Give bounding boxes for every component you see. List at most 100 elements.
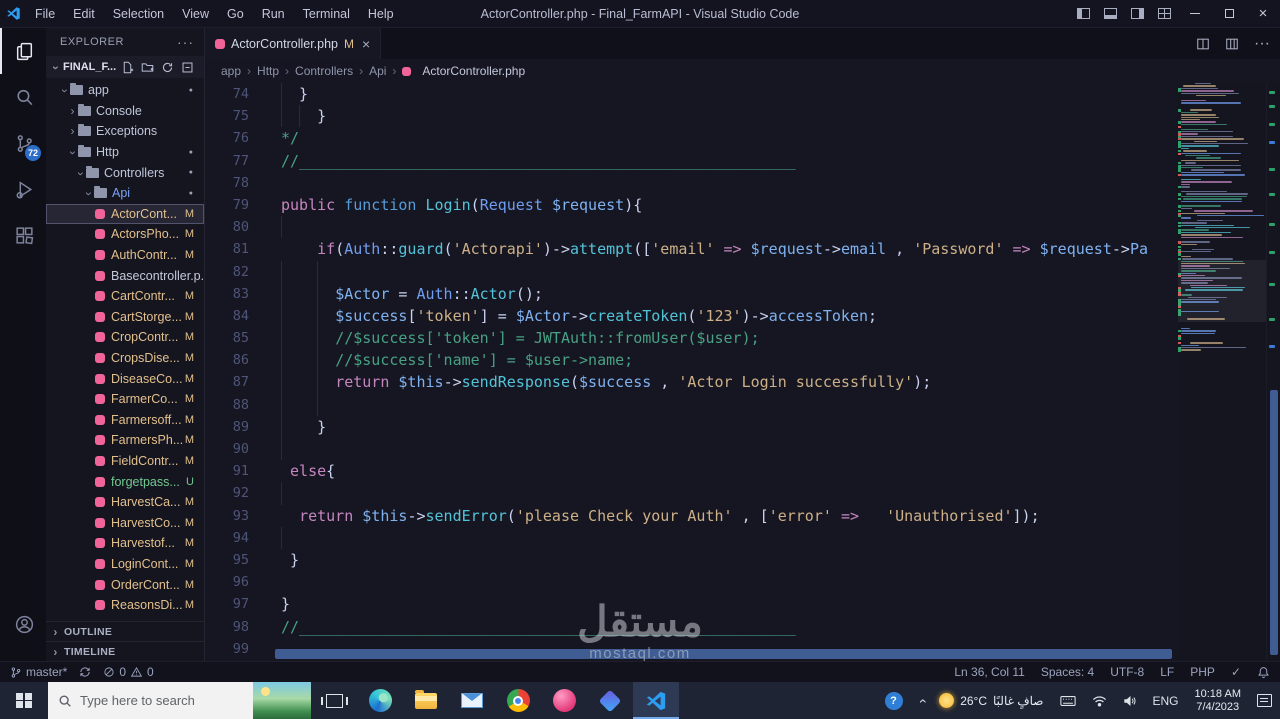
encoding-indicator[interactable]: UTF-8: [1110, 665, 1144, 679]
prettier-check-icon[interactable]: ✓: [1231, 665, 1241, 679]
code-line[interactable]: 97}: [205, 593, 1178, 615]
collapse-all-icon[interactable]: [181, 61, 194, 74]
edge-taskbar-button[interactable]: [357, 682, 403, 719]
tree-file-actorcont[interactable]: ActorCont... M: [46, 203, 204, 225]
workspace-root-row[interactable]: › FINAL_F...: [46, 56, 204, 78]
notifications-bell-icon[interactable]: [1257, 666, 1270, 679]
tree-file-farmersph[interactable]: FarmersPh... M: [46, 430, 204, 451]
source-control-activity-icon[interactable]: 72: [0, 120, 46, 166]
code-line[interactable]: 75 }: [205, 105, 1178, 128]
taskbar-search-box[interactable]: Type here to search: [48, 682, 311, 719]
layout-columns-icon[interactable]: [1225, 37, 1239, 51]
explorer-more-icon[interactable]: ···: [177, 34, 194, 50]
menu-file[interactable]: File: [26, 0, 64, 28]
timeline-section[interactable]: › TIMELINE: [46, 641, 204, 661]
minimize-button[interactable]: [1178, 0, 1212, 27]
breadcrumb-item[interactable]: Api: [369, 64, 386, 78]
code-line[interactable]: 96: [205, 571, 1178, 593]
tree-file-basecontrollerp[interactable]: Basecontroller.p...: [46, 265, 204, 286]
explorer-activity-icon[interactable]: [0, 28, 46, 74]
breadcrumb-item[interactable]: Http: [257, 64, 279, 78]
keyboard-tray-icon[interactable]: [1052, 682, 1084, 719]
pink-app-taskbar-button[interactable]: [541, 682, 587, 719]
overview-ruler[interactable]: [1266, 83, 1280, 661]
eol-indicator[interactable]: LF: [1160, 665, 1174, 679]
minimap-slider[interactable]: [1178, 260, 1266, 322]
split-editor-icon[interactable]: [1196, 37, 1210, 51]
git-branch-indicator[interactable]: master*: [10, 665, 67, 679]
code-line[interactable]: 74 }: [205, 83, 1178, 106]
weather-widget-image[interactable]: [253, 682, 311, 719]
code-line[interactable]: 77 //____________________________________…: [205, 150, 1178, 172]
tree-file-diseaseco[interactable]: DiseaseCo... M: [46, 368, 204, 389]
breadcrumb-item[interactable]: ActorController.php: [402, 64, 525, 78]
outline-section[interactable]: › OUTLINE: [46, 621, 204, 641]
tree-folder-api[interactable]: › Api ●: [46, 183, 204, 204]
code-line[interactable]: 98 //____________________________________…: [205, 616, 1178, 638]
tree-file-authcontr[interactable]: AuthContr... M: [46, 245, 204, 266]
maximize-button[interactable]: [1212, 0, 1246, 27]
notification-center-button[interactable]: [1249, 682, 1280, 719]
code-line[interactable]: 79 public function Login(Request $request…: [205, 194, 1178, 216]
close-button[interactable]: ×: [1246, 0, 1280, 27]
code-line[interactable]: 83 $Actor = Auth::Actor();: [205, 282, 1178, 305]
start-button[interactable]: [0, 682, 48, 719]
tree-file-cartstorge[interactable]: CartStorge... M: [46, 307, 204, 328]
tree-folder-app[interactable]: › app ●: [46, 80, 204, 101]
code-line[interactable]: 86 //$success['name'] = $user->name;: [205, 349, 1178, 372]
customize-layout-icon[interactable]: [1151, 0, 1178, 27]
new-folder-icon[interactable]: [141, 61, 154, 74]
code-line[interactable]: 92: [205, 482, 1178, 505]
vertical-scrollbar-thumb[interactable]: [1270, 390, 1278, 655]
chrome-taskbar-button[interactable]: [495, 682, 541, 719]
tree-file-farmerco[interactable]: FarmerCo... M: [46, 389, 204, 410]
account-icon[interactable]: [0, 601, 46, 647]
menu-selection[interactable]: Selection: [104, 0, 173, 28]
tray-expand-button[interactable]: ›: [911, 682, 932, 719]
code-line[interactable]: 93 return $this->sendError('please Check…: [205, 505, 1178, 527]
tree-file-cropsdise[interactable]: CropsDise... M: [46, 348, 204, 369]
tree-folder-exceptions[interactable]: › Exceptions: [46, 121, 204, 142]
clock[interactable]: 10:18 AM 7/4/2023: [1187, 688, 1249, 714]
task-view-button[interactable]: [311, 682, 357, 719]
tree-file-harvestof[interactable]: Harvestof... M: [46, 533, 204, 554]
tree-file-logincont[interactable]: LoginCont... M: [46, 554, 204, 575]
code-line[interactable]: 78: [205, 172, 1178, 194]
tab-actorcontroller[interactable]: ActorController.php M ×: [205, 28, 382, 59]
code-line[interactable]: 89 }: [205, 415, 1178, 438]
code-line[interactable]: 91 else{: [205, 460, 1178, 482]
tree-folder-console[interactable]: › Console: [46, 101, 204, 122]
sync-button[interactable]: [79, 666, 91, 678]
run-debug-activity-icon[interactable]: [0, 166, 46, 212]
weather-indicator[interactable]: 26°C صافٍ غالبًا: [931, 682, 1051, 719]
toggle-secondary-sidebar-icon[interactable]: [1124, 0, 1151, 27]
toggle-sidebar-icon[interactable]: [1070, 0, 1097, 27]
code-line[interactable]: 94: [205, 526, 1178, 549]
code-line[interactable]: 84 $success['token'] = $Actor->createTok…: [205, 304, 1178, 328]
purple-app-taskbar-button[interactable]: [587, 682, 633, 719]
language-indicator[interactable]: ENG: [1145, 682, 1187, 719]
indentation-indicator[interactable]: Spaces: 4: [1041, 665, 1094, 679]
menu-edit[interactable]: Edit: [64, 0, 104, 28]
refresh-icon[interactable]: [161, 61, 174, 74]
help-tray-button[interactable]: ?: [877, 682, 911, 719]
problems-indicator[interactable]: 0 0: [103, 665, 154, 679]
language-mode[interactable]: PHP: [1190, 665, 1215, 679]
tree-file-fieldcontr[interactable]: FieldContr... M: [46, 451, 204, 472]
tree-file-harvestco[interactable]: HarvestCo... M: [46, 512, 204, 533]
volume-tray-icon[interactable]: [1115, 682, 1145, 719]
tree-file-cropcontr[interactable]: CropContr... M: [46, 327, 204, 348]
code-line[interactable]: 85 //$success['token'] = JWTAuth::fromUs…: [205, 327, 1178, 350]
menu-view[interactable]: View: [173, 0, 218, 28]
new-file-icon[interactable]: [121, 61, 134, 74]
tree-file-farmersoff[interactable]: Farmersoff... M: [46, 410, 204, 431]
menu-go[interactable]: Go: [218, 0, 253, 28]
search-activity-icon[interactable]: [0, 74, 46, 120]
cursor-position[interactable]: Ln 36, Col 11: [954, 665, 1025, 679]
tree-file-ordercont[interactable]: OrderCont... M: [46, 574, 204, 595]
more-actions-icon[interactable]: ···: [1254, 35, 1270, 53]
tab-close-icon[interactable]: ×: [362, 36, 370, 52]
tree-folder-http[interactable]: › Http ●: [46, 142, 204, 163]
tree-file-cartcontr[interactable]: CartContr... M: [46, 286, 204, 307]
code-line[interactable]: 80: [205, 216, 1178, 239]
